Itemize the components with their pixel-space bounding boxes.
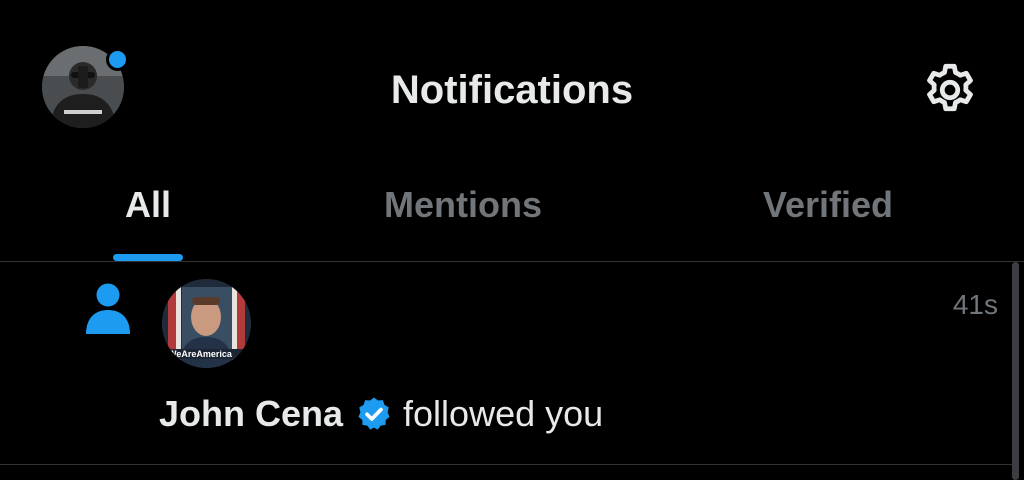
notification-item[interactable]: WeAreAmerica 41s John Cena followed you <box>0 262 1012 464</box>
active-tab-indicator <box>113 254 183 261</box>
scrollbar[interactable] <box>1012 262 1019 480</box>
settings-button[interactable] <box>920 60 980 120</box>
person-icon <box>84 282 132 334</box>
gear-icon <box>927 63 973 112</box>
notification-time: 41s <box>952 289 998 320</box>
notification-action-text: followed you <box>403 393 604 434</box>
tab-label-verified: Verified <box>762 184 894 225</box>
page-title: Notifications <box>390 68 634 112</box>
row-divider <box>0 464 1012 465</box>
actor-avatar-photo: WeAreAmerica <box>162 279 251 368</box>
tab-mentions[interactable]: Mentions <box>313 175 613 261</box>
notification-tabs: All Mentions Verified <box>0 175 1024 261</box>
verified-badge-icon <box>355 395 393 433</box>
header-bar: Notifications <box>0 0 1024 175</box>
avatar-caption: WeAreAmerica <box>168 349 233 359</box>
actor-name[interactable]: John Cena <box>159 392 343 436</box>
tab-verified[interactable]: Verified <box>678 175 978 261</box>
tab-label-all: All <box>124 184 171 225</box>
unread-indicator-dot <box>106 48 129 71</box>
tab-label-mentions: Mentions <box>384 184 542 225</box>
tab-all[interactable]: All <box>60 175 236 261</box>
notification-text: John Cena followed you <box>159 392 603 436</box>
actor-avatar[interactable]: WeAreAmerica <box>162 279 251 368</box>
